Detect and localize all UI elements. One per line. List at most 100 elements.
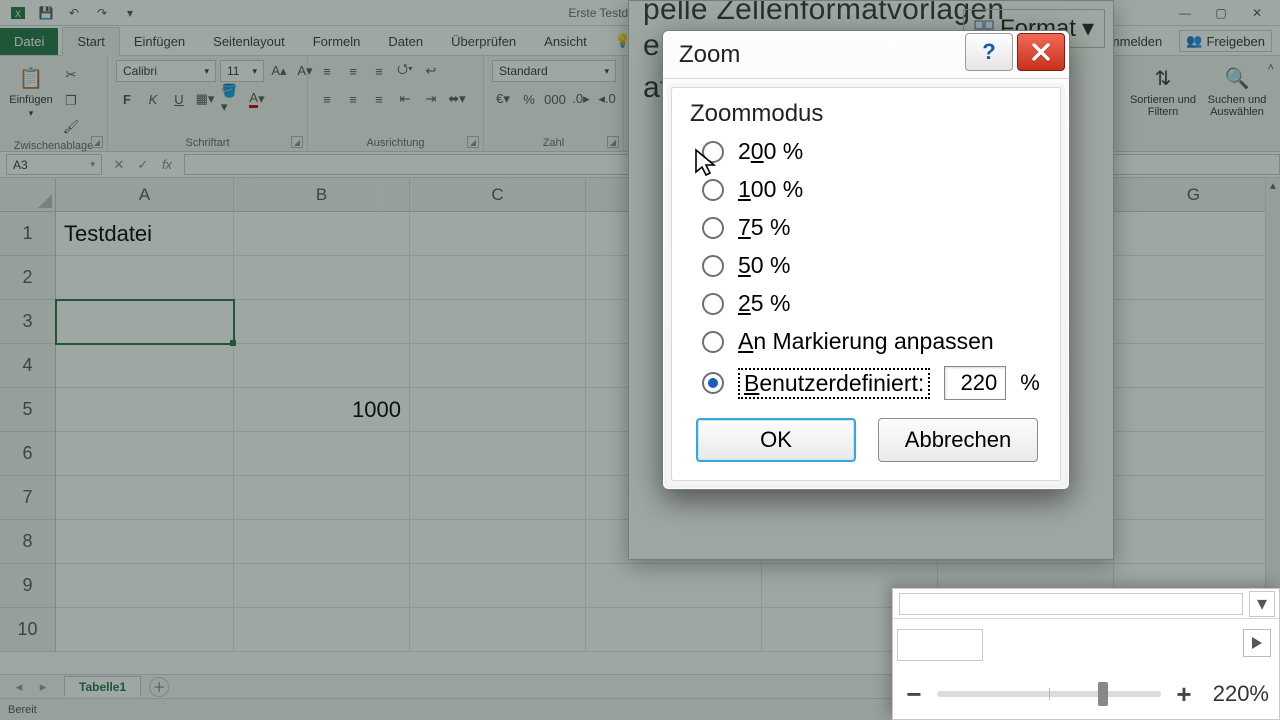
cell-B9[interactable] xyxy=(234,564,410,608)
bold-icon[interactable]: F xyxy=(116,88,138,110)
cell-G2[interactable] xyxy=(1114,256,1274,300)
orientation-icon[interactable]: ⭯▾ xyxy=(394,60,416,82)
cut-icon[interactable]: ✂ xyxy=(60,64,82,86)
cell-G6[interactable] xyxy=(1114,432,1274,476)
cell-B2[interactable] xyxy=(234,256,410,300)
thousands-icon[interactable]: 000 xyxy=(544,88,566,110)
zoom-option-25[interactable]: 25 % xyxy=(702,290,1042,317)
cell-A5[interactable] xyxy=(56,388,234,432)
row-header-3[interactable]: 3 xyxy=(0,300,56,344)
increase-indent-icon[interactable]: ⇥ xyxy=(420,88,442,110)
cell-G7[interactable] xyxy=(1114,476,1274,520)
alignment-launcher-icon[interactable]: ◢ xyxy=(467,136,479,148)
scroll-up-icon[interactable]: ▲ xyxy=(1266,178,1280,194)
zoom-option-50[interactable]: 50 % xyxy=(702,252,1042,279)
cell-A2[interactable] xyxy=(56,256,234,300)
merge-center-icon[interactable]: ⬌▾ xyxy=(446,88,468,110)
zoom-option-75[interactable]: 75 % xyxy=(702,214,1042,241)
new-sheet-button[interactable]: ＋ xyxy=(149,677,169,697)
cell-D9[interactable] xyxy=(586,564,762,608)
cell-G8[interactable] xyxy=(1114,520,1274,564)
percent-icon[interactable]: % xyxy=(518,88,540,110)
tab-datei[interactable]: Datei xyxy=(0,28,58,55)
confirm-formula-icon[interactable]: ✓ xyxy=(132,154,154,176)
tab-seitenlayout[interactable]: Seitenlayout xyxy=(199,28,299,55)
column-header-G[interactable]: G xyxy=(1114,178,1274,212)
qat-more-icon[interactable]: ▾ xyxy=(118,3,142,23)
italic-icon[interactable]: K xyxy=(142,88,164,110)
align-left-icon[interactable]: ≡ xyxy=(316,88,338,110)
zoom-level-label[interactable]: 220% xyxy=(1207,681,1269,707)
cancel-button[interactable]: Abbrechen xyxy=(878,418,1038,462)
cell-A9[interactable] xyxy=(56,564,234,608)
find-select-button[interactable]: 🔍 Suchen und Auswählen xyxy=(1202,60,1272,118)
tab-ueberpruefen[interactable]: Überprüfen xyxy=(437,28,530,55)
fill-color-icon[interactable]: 🪣▾ xyxy=(220,88,242,110)
number-format-combo[interactable]: Standard▾ xyxy=(492,60,616,82)
paste-button[interactable]: 📋 Einfügen ▾ xyxy=(8,60,54,119)
zoom-out-button[interactable]: − xyxy=(903,679,925,710)
row-header-5[interactable]: 5 xyxy=(0,388,56,432)
number-launcher-icon[interactable]: ◢ xyxy=(607,136,619,148)
cell-C6[interactable] xyxy=(410,432,586,476)
dialog-help-button[interactable]: ? xyxy=(965,33,1013,71)
fx-icon[interactable]: fx xyxy=(156,154,178,176)
freigeben-button[interactable]: 👥Freigeben xyxy=(1179,30,1272,52)
zoom-option-100[interactable]: 100 % xyxy=(702,176,1042,203)
cell-G3[interactable] xyxy=(1114,300,1274,344)
zoom-slider[interactable] xyxy=(937,691,1161,697)
cell-A1[interactable]: Testdatei xyxy=(56,212,234,256)
cell-C5[interactable] xyxy=(410,388,586,432)
cell-G5[interactable] xyxy=(1114,388,1274,432)
cell-C9[interactable] xyxy=(410,564,586,608)
cell-A3[interactable] xyxy=(56,300,234,344)
cell-A4[interactable] xyxy=(56,344,234,388)
window-close-icon[interactable]: ✕ xyxy=(1240,3,1274,23)
zoom-option-200[interactable]: 200 % xyxy=(702,138,1042,165)
column-header-C[interactable]: C xyxy=(410,178,586,212)
cell-B4[interactable] xyxy=(234,344,410,388)
tab-start[interactable]: Start xyxy=(62,27,119,56)
increase-decimal-icon[interactable]: .0▸ xyxy=(570,88,592,110)
cell-B6[interactable] xyxy=(234,432,410,476)
cell-B10[interactable] xyxy=(234,608,410,652)
sheet-tab-tabelle1[interactable]: Tabelle1 xyxy=(64,676,141,697)
maximize-icon[interactable]: ▢ xyxy=(1204,3,1238,23)
increase-font-icon[interactable]: A▴ xyxy=(268,60,290,82)
play-button[interactable] xyxy=(1243,629,1271,657)
tab-formeln[interactable]: Formeln xyxy=(299,28,375,55)
redo-icon[interactable]: ↷ xyxy=(90,3,114,23)
save-icon[interactable]: 💾 xyxy=(34,3,58,23)
row-header-1[interactable]: 1 xyxy=(0,212,56,256)
currency-icon[interactable]: €▾ xyxy=(492,88,514,110)
name-box[interactable]: A3▾ xyxy=(6,154,102,175)
sort-filter-button[interactable]: ⇅ Sortieren und Filtern xyxy=(1128,60,1198,118)
select-all-corner[interactable] xyxy=(0,178,56,212)
cell-A10[interactable] xyxy=(56,608,234,652)
row-header-8[interactable]: 8 xyxy=(0,520,56,564)
zoom-slider-thumb[interactable] xyxy=(1098,682,1108,706)
cell-C3[interactable] xyxy=(410,300,586,344)
tab-einfuegen[interactable]: Einfügen xyxy=(120,28,199,55)
row-header-10[interactable]: 10 xyxy=(0,608,56,652)
borders-icon[interactable]: ▦▾ xyxy=(194,88,216,110)
zoom-custom-input[interactable]: 220 xyxy=(944,366,1006,400)
mag-input-1[interactable] xyxy=(899,593,1243,615)
tab-daten[interactable]: Daten xyxy=(374,28,437,55)
row-header-7[interactable]: 7 xyxy=(0,476,56,520)
clipboard-launcher-icon[interactable]: ◢ xyxy=(91,136,103,148)
font-name-combo[interactable]: Calibri▾ xyxy=(116,60,216,82)
sheet-nav-prev-icon[interactable]: ◂ xyxy=(8,676,30,698)
font-size-combo[interactable]: 11▾ xyxy=(220,60,264,82)
decrease-decimal-icon[interactable]: ◂.0 xyxy=(596,88,618,110)
font-color-icon[interactable]: A▾ xyxy=(246,88,268,110)
cell-C10[interactable] xyxy=(410,608,586,652)
mag-input-2[interactable] xyxy=(897,629,983,661)
zoom-option-custom[interactable]: Benutzerdefiniert: 220 % xyxy=(702,366,1042,400)
cell-C2[interactable] xyxy=(410,256,586,300)
column-header-B[interactable]: B xyxy=(234,178,410,212)
cell-B5[interactable]: 1000 xyxy=(234,388,410,432)
zoom-dialog-titlebar[interactable]: Zoom ? xyxy=(663,31,1069,79)
format-painter-icon[interactable]: 🖌 xyxy=(60,116,82,138)
cell-C1[interactable] xyxy=(410,212,586,256)
